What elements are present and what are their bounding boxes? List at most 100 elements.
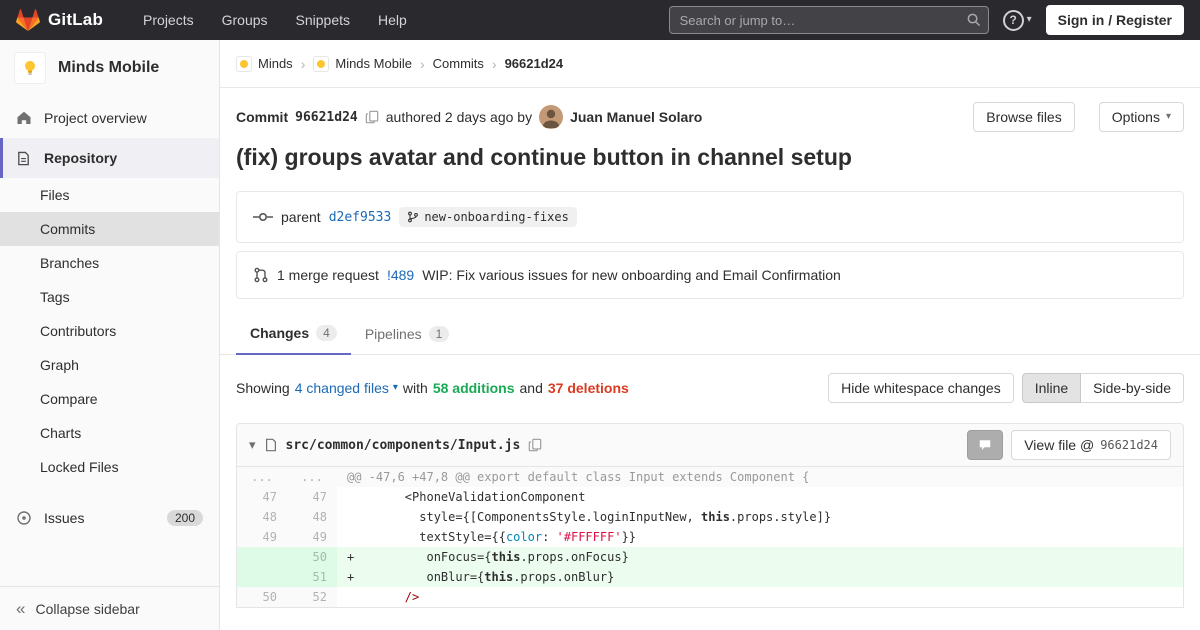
- additions-count: 58 additions: [433, 380, 515, 396]
- help-menu[interactable]: ? ▾: [1003, 10, 1032, 31]
- nav-link-projects[interactable]: Projects: [131, 2, 206, 38]
- merge-request-ref-link[interactable]: !489: [387, 267, 414, 283]
- diff-new-line-number[interactable]: ...: [287, 467, 337, 487]
- author-avatar[interactable]: [539, 105, 563, 129]
- tab-label: Changes: [250, 325, 309, 341]
- diff-old-line-number[interactable]: ...: [237, 467, 287, 487]
- project-name: Minds Mobile: [58, 59, 159, 77]
- commit-label: Commit: [236, 109, 288, 125]
- sidebar-item-issues[interactable]: Issues 200: [0, 498, 219, 538]
- breadcrumb-item-minds[interactable]: Minds: [236, 56, 293, 72]
- branch-name: new-onboarding-fixes: [424, 210, 569, 224]
- sidebar-item-tags[interactable]: Tags: [0, 280, 219, 314]
- diff-file-header: ▾ src/common/components/Input.js View fi…: [237, 424, 1183, 467]
- diff-new-line-number[interactable]: 50: [287, 547, 337, 567]
- diff-code-cell: />: [337, 587, 1183, 607]
- sidebar-item-label: Repository: [44, 150, 117, 166]
- sidebar-item-files[interactable]: Files: [0, 178, 219, 212]
- diff-old-line-number[interactable]: 48: [237, 507, 287, 527]
- diff-old-line-number[interactable]: [237, 567, 287, 587]
- toggle-comments-button[interactable]: [967, 430, 1003, 460]
- tab-label: Pipelines: [365, 326, 422, 342]
- project-avatar-mini: [313, 56, 329, 72]
- browse-files-button[interactable]: Browse files: [973, 102, 1074, 132]
- sidebar-item-label: Issues: [44, 510, 84, 526]
- view-file-sha: 96621d24: [1100, 438, 1158, 452]
- tab-pipelines[interactable]: Pipelines 1: [351, 313, 464, 355]
- diff-table: ......@@ -47,6 +47,8 @@ export default c…: [237, 467, 1183, 607]
- parent-label: parent: [281, 209, 321, 225]
- sidebar-item-commits[interactable]: Commits: [0, 212, 219, 246]
- search-input[interactable]: [669, 6, 989, 34]
- changed-files-dropdown[interactable]: 4 changed files ▾: [295, 380, 398, 396]
- gitlab-home-link[interactable]: GitLab: [16, 8, 103, 32]
- project-header[interactable]: Minds Mobile: [0, 40, 219, 98]
- tab-count-badge: 1: [429, 326, 450, 342]
- issues-count-badge: 200: [167, 510, 203, 526]
- copy-icon: [365, 110, 379, 124]
- repository-submenu: FilesCommitsBranchesTagsContributorsGrap…: [0, 178, 219, 484]
- options-dropdown-button[interactable]: Options ▾: [1099, 102, 1184, 132]
- navbar-links: ProjectsGroupsSnippetsHelp: [131, 0, 419, 40]
- sidebar-item-branches[interactable]: Branches: [0, 246, 219, 280]
- diff-file-path[interactable]: src/common/components/Input.js: [286, 438, 521, 453]
- sidebar-item-charts[interactable]: Charts: [0, 416, 219, 450]
- commit-sha: 96621d24: [295, 110, 358, 125]
- diff-new-line-number[interactable]: 52: [287, 587, 337, 607]
- diff-old-line-number[interactable]: 49: [237, 527, 287, 547]
- search-box: [669, 6, 989, 34]
- chevron-down-icon: ▾: [1027, 15, 1032, 25]
- collapse-icon: «: [16, 600, 25, 617]
- nav-link-snippets[interactable]: Snippets: [284, 2, 362, 38]
- diff-code-cell: + onFocus={this.props.onFocus}: [337, 547, 1183, 567]
- project-sidebar: Minds Mobile Project overview Repository…: [0, 40, 220, 630]
- diff-new-line-number[interactable]: 51: [287, 567, 337, 587]
- branch-label[interactable]: new-onboarding-fixes: [399, 207, 577, 227]
- inline-view-button[interactable]: Inline: [1022, 373, 1081, 403]
- breadcrumb-item-minds-mobile[interactable]: Minds Mobile: [313, 56, 412, 72]
- hide-whitespace-button[interactable]: Hide whitespace changes: [828, 373, 1014, 403]
- gitlab-wordmark: GitLab: [48, 10, 103, 30]
- sidebar-item-graph[interactable]: Graph: [0, 348, 219, 382]
- gitlab-tanuki-icon: [16, 8, 40, 32]
- diff-old-line-number[interactable]: 47: [237, 487, 287, 507]
- breadcrumb-item-96621d24[interactable]: 96621d24: [505, 56, 564, 71]
- tab-changes[interactable]: Changes4: [236, 313, 351, 355]
- sidebar-item-contributors[interactable]: Contributors: [0, 314, 219, 348]
- side-by-side-view-button[interactable]: Side-by-side: [1080, 373, 1184, 403]
- nav-link-groups[interactable]: Groups: [210, 2, 280, 38]
- collapse-diff-caret[interactable]: ▾: [249, 437, 256, 453]
- search-icon[interactable]: [966, 12, 981, 30]
- collapse-sidebar-button[interactable]: « Collapse sidebar: [0, 586, 219, 630]
- commit-title: (fix) groups avatar and continue button …: [236, 144, 1184, 171]
- breadcrumb-separator: ›: [492, 56, 497, 72]
- changed-files-label: 4 changed files: [295, 380, 389, 396]
- diff-new-line-number[interactable]: 49: [287, 527, 337, 547]
- view-file-button[interactable]: View file @ 96621d24: [1011, 430, 1171, 460]
- author-name[interactable]: Juan Manuel Solaro: [570, 109, 702, 125]
- diff-code-cell: textStyle={{color: '#FFFFFF'}}: [337, 527, 1183, 547]
- copy-sha-button[interactable]: [365, 110, 379, 124]
- sidebar-item-compare[interactable]: Compare: [0, 382, 219, 416]
- deletions-count: 37 deletions: [548, 380, 629, 396]
- copy-icon: [528, 438, 542, 452]
- chevron-down-icon: ▾: [1166, 112, 1171, 122]
- sidebar-item-locked-files[interactable]: Locked Files: [0, 450, 219, 484]
- diff-old-line-number[interactable]: [237, 547, 287, 567]
- sidebar-item-label: Project overview: [44, 110, 147, 126]
- sign-in-button[interactable]: Sign in / Register: [1046, 5, 1184, 35]
- diff-code-cell: @@ -47,6 +47,8 @@ export default class I…: [337, 467, 1183, 487]
- copy-path-button[interactable]: [528, 438, 542, 452]
- diff-old-line-number[interactable]: 50: [237, 587, 287, 607]
- breadcrumb-label: 96621d24: [505, 56, 564, 71]
- sidebar-item-repository[interactable]: Repository: [0, 138, 219, 178]
- commit-icon: [253, 210, 273, 224]
- sidebar-item-project-overview[interactable]: Project overview: [0, 98, 219, 138]
- parent-sha-link[interactable]: d2ef9533: [329, 210, 392, 225]
- breadcrumb-item-commits[interactable]: Commits: [433, 56, 484, 71]
- diff-new-line-number[interactable]: 47: [287, 487, 337, 507]
- nav-link-help[interactable]: Help: [366, 2, 419, 38]
- diff-code-cell: style={[ComponentsStyle.loginInputNew, t…: [337, 507, 1183, 527]
- diff-new-line-number[interactable]: 48: [287, 507, 337, 527]
- chevron-down-icon: ▾: [393, 383, 398, 393]
